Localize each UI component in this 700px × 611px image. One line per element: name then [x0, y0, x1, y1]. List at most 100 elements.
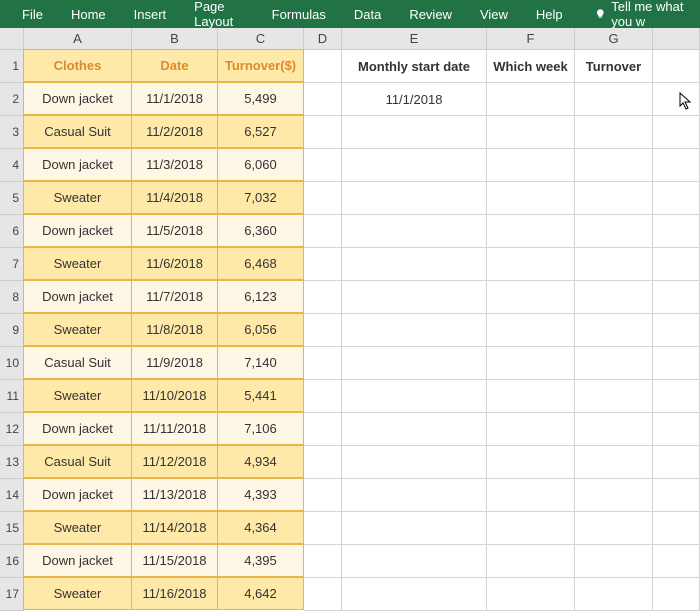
cell-D9[interactable] [304, 314, 342, 347]
cell-G16[interactable] [575, 545, 653, 578]
cell-D10[interactable] [304, 347, 342, 380]
cell-A1[interactable]: Clothes [23, 49, 132, 82]
col-header-B[interactable]: B [132, 28, 218, 50]
cell-A16[interactable]: Down jacket [23, 544, 132, 577]
ribbon-tab-help[interactable]: Help [522, 0, 577, 28]
col-header-G[interactable]: G [575, 28, 653, 50]
cell-A4[interactable]: Down jacket [23, 148, 132, 181]
cell-H3[interactable] [653, 116, 700, 149]
col-header-h[interactable] [653, 28, 700, 50]
col-header-C[interactable]: C [218, 28, 304, 50]
col-header-F[interactable]: F [487, 28, 575, 50]
cell-D17[interactable] [304, 578, 342, 611]
cell-A17[interactable]: Sweater [23, 577, 132, 610]
cell-C5[interactable]: 7,032 [217, 181, 304, 214]
cell-E9[interactable] [342, 314, 487, 347]
cell-G1[interactable]: Turnover [575, 50, 653, 83]
cell-H7[interactable] [653, 248, 700, 281]
cell-D15[interactable] [304, 512, 342, 545]
cell-H5[interactable] [653, 182, 700, 215]
cell-G7[interactable] [575, 248, 653, 281]
cell-B7[interactable]: 11/6/2018 [131, 247, 218, 280]
cell-C7[interactable]: 6,468 [217, 247, 304, 280]
cell-G17[interactable] [575, 578, 653, 611]
cell-F7[interactable] [487, 248, 575, 281]
cell-H12[interactable] [653, 413, 700, 446]
cell-D11[interactable] [304, 380, 342, 413]
cell-E13[interactable] [342, 446, 487, 479]
cell-H1[interactable] [653, 50, 700, 83]
cell-F10[interactable] [487, 347, 575, 380]
cell-A12[interactable]: Down jacket [23, 412, 132, 445]
cell-H15[interactable] [653, 512, 700, 545]
cell-D14[interactable] [304, 479, 342, 512]
cell-C12[interactable]: 7,106 [217, 412, 304, 445]
cell-C9[interactable]: 6,056 [217, 313, 304, 346]
ribbon-tab-insert[interactable]: Insert [120, 0, 181, 28]
row-header-5[interactable]: 5 [0, 182, 24, 215]
cell-F11[interactable] [487, 380, 575, 413]
cell-E5[interactable] [342, 182, 487, 215]
row-header-1[interactable]: 1 [0, 50, 24, 83]
cell-C3[interactable]: 6,527 [217, 115, 304, 148]
cell-B16[interactable]: 11/15/2018 [131, 544, 218, 577]
cell-C13[interactable]: 4,934 [217, 445, 304, 478]
cell-G11[interactable] [575, 380, 653, 413]
cell-A15[interactable]: Sweater [23, 511, 132, 544]
cell-F12[interactable] [487, 413, 575, 446]
tell-me-search[interactable]: Tell me what you w [587, 0, 692, 29]
row-header-13[interactable]: 13 [0, 446, 24, 479]
cell-D6[interactable] [304, 215, 342, 248]
ribbon-tab-review[interactable]: Review [395, 0, 466, 28]
cell-A13[interactable]: Casual Suit [23, 445, 132, 478]
cell-F9[interactable] [487, 314, 575, 347]
cell-B11[interactable]: 11/10/2018 [131, 379, 218, 412]
cell-E10[interactable] [342, 347, 487, 380]
cell-D8[interactable] [304, 281, 342, 314]
cell-A5[interactable]: Sweater [23, 181, 132, 214]
cell-C2[interactable]: 5,499 [217, 82, 304, 115]
cell-C16[interactable]: 4,395 [217, 544, 304, 577]
cell-H9[interactable] [653, 314, 700, 347]
cell-C15[interactable]: 4,364 [217, 511, 304, 544]
row-header-3[interactable]: 3 [0, 116, 24, 149]
cell-H11[interactable] [653, 380, 700, 413]
row-header-17[interactable]: 17 [0, 578, 24, 611]
cell-B4[interactable]: 11/3/2018 [131, 148, 218, 181]
ribbon-tab-file[interactable]: File [8, 0, 57, 28]
cell-H16[interactable] [653, 545, 700, 578]
cell-C11[interactable]: 5,441 [217, 379, 304, 412]
col-header-E[interactable]: E [342, 28, 487, 50]
ribbon-tab-formulas[interactable]: Formulas [258, 0, 340, 28]
cell-A9[interactable]: Sweater [23, 313, 132, 346]
cell-H10[interactable] [653, 347, 700, 380]
cell-E15[interactable] [342, 512, 487, 545]
cell-G5[interactable] [575, 182, 653, 215]
cell-C6[interactable]: 6,360 [217, 214, 304, 247]
cell-F8[interactable] [487, 281, 575, 314]
cell-G3[interactable] [575, 116, 653, 149]
cell-A7[interactable]: Sweater [23, 247, 132, 280]
row-header-8[interactable]: 8 [0, 281, 24, 314]
ribbon-tab-data[interactable]: Data [340, 0, 395, 28]
cell-H17[interactable] [653, 578, 700, 611]
cell-H13[interactable] [653, 446, 700, 479]
cell-D13[interactable] [304, 446, 342, 479]
row-header-16[interactable]: 16 [0, 545, 24, 578]
cell-C14[interactable]: 4,393 [217, 478, 304, 511]
cell-E4[interactable] [342, 149, 487, 182]
cell-A6[interactable]: Down jacket [23, 214, 132, 247]
cell-C10[interactable]: 7,140 [217, 346, 304, 379]
cell-E17[interactable] [342, 578, 487, 611]
cell-C17[interactable]: 4,642 [217, 577, 304, 610]
cell-E3[interactable] [342, 116, 487, 149]
cell-D5[interactable] [304, 182, 342, 215]
row-header-10[interactable]: 10 [0, 347, 24, 380]
cell-F17[interactable] [487, 578, 575, 611]
row-header-7[interactable]: 7 [0, 248, 24, 281]
cell-G14[interactable] [575, 479, 653, 512]
row-header-12[interactable]: 12 [0, 413, 24, 446]
row-header-11[interactable]: 11 [0, 380, 24, 413]
cell-H6[interactable] [653, 215, 700, 248]
row-header-4[interactable]: 4 [0, 149, 24, 182]
